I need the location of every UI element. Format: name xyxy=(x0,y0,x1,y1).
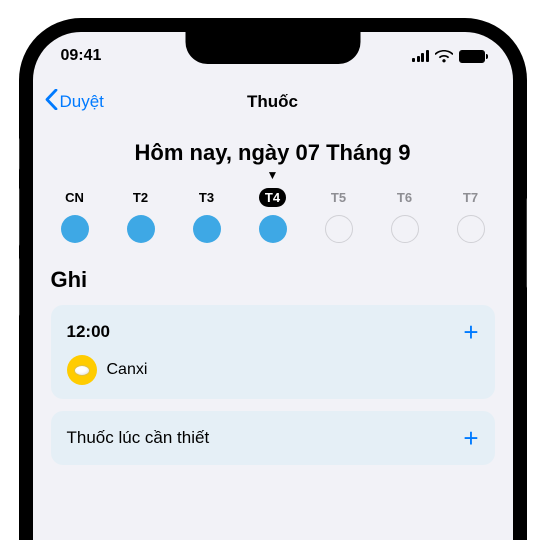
day-dot-icon xyxy=(61,215,89,243)
day-label: CN xyxy=(59,188,90,207)
battery-icon xyxy=(459,50,485,63)
day-label: T6 xyxy=(391,188,418,207)
medication-name: Canxi xyxy=(107,361,148,379)
caret-down-icon[interactable]: ▼ xyxy=(33,168,513,182)
cellular-signal-icon xyxy=(412,50,429,62)
back-button[interactable]: Duyệt xyxy=(45,89,104,115)
plus-icon[interactable]: + xyxy=(463,425,478,451)
status-time: 09:41 xyxy=(61,47,102,65)
pill-icon xyxy=(67,355,97,385)
card-time: 12:00 xyxy=(67,322,110,342)
day-dot-icon xyxy=(325,215,353,243)
day-dot-icon xyxy=(193,215,221,243)
day-label: T7 xyxy=(457,188,484,207)
day-label: T2 xyxy=(127,188,154,207)
day-dot-icon xyxy=(391,215,419,243)
day-label: T3 xyxy=(193,188,220,207)
navigation-bar: Duyệt Thuốc xyxy=(33,80,513,124)
day-col-tue[interactable]: T3 xyxy=(183,188,231,243)
medication-card-scheduled[interactable]: 12:00 + Canxi xyxy=(51,305,495,399)
device-notch xyxy=(185,32,360,64)
card-title: Thuốc lúc cần thiết xyxy=(67,428,210,448)
wifi-icon xyxy=(435,50,453,63)
plus-icon[interactable]: + xyxy=(463,319,478,345)
medication-row[interactable]: Canxi xyxy=(67,355,479,385)
chevron-left-icon xyxy=(45,89,58,115)
day-col-fri[interactable]: T6 xyxy=(381,188,429,243)
day-col-wed[interactable]: T4 xyxy=(249,188,297,243)
day-col-sat[interactable]: T7 xyxy=(447,188,495,243)
day-col-thu[interactable]: T5 xyxy=(315,188,363,243)
section-title: Ghi xyxy=(51,267,495,293)
medication-card-asneeded[interactable]: Thuốc lúc cần thiết + xyxy=(51,411,495,465)
day-label: T4 xyxy=(259,188,286,207)
date-header: Hôm nay, ngày 07 Tháng 9 ▼ xyxy=(33,124,513,188)
day-dot-icon xyxy=(457,215,485,243)
day-dot-icon xyxy=(259,215,287,243)
day-col-sun[interactable]: CN xyxy=(51,188,99,243)
back-label: Duyệt xyxy=(60,92,104,112)
day-col-mon[interactable]: T2 xyxy=(117,188,165,243)
date-title: Hôm nay, ngày 07 Tháng 9 xyxy=(33,140,513,166)
page-title: Thuốc xyxy=(247,92,298,112)
day-dot-icon xyxy=(127,215,155,243)
week-calendar: CN T2 T3 T4 T5 T6 xyxy=(33,188,513,259)
day-label: T5 xyxy=(325,188,352,207)
